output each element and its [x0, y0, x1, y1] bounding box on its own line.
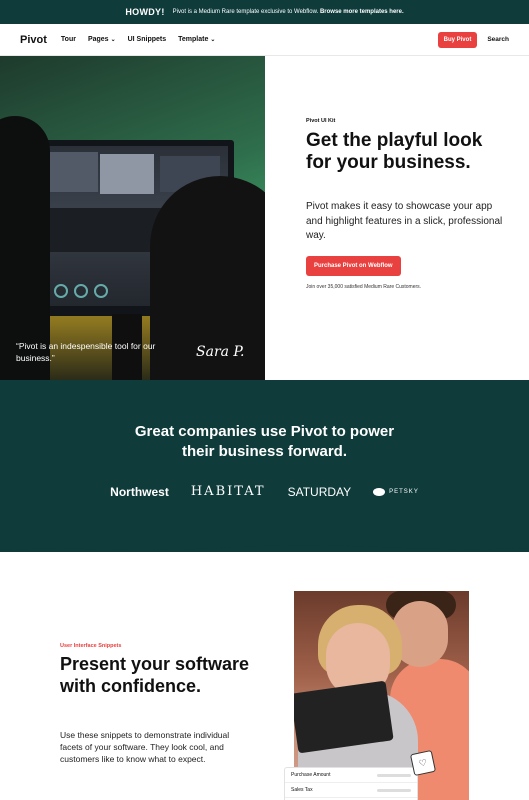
hero-small-text: Join over 35,000 satisfied Medium Rare C…: [306, 283, 422, 290]
summary-row: Sales Tax: [285, 783, 417, 798]
summary-row-label: Sales Tax: [291, 787, 313, 793]
hero-text: Pivot makes it easy to showcase your app…: [306, 201, 503, 242]
announcement-badge: HOWDY!: [125, 7, 165, 17]
announcement-link[interactable]: Browse more templates here.: [320, 9, 404, 15]
summary-row-value: [377, 773, 411, 777]
petsky-logo-icon: [373, 487, 386, 496]
summary-row-label: Purchase Amount: [291, 772, 331, 778]
chevron-down-icon: ⌄: [110, 37, 116, 43]
logo-saturday: SATURDAY: [287, 484, 352, 499]
companies-band: Great companies use Pivot to power their…: [0, 380, 529, 552]
snippets-text: Use these snippets to demonstrate indivi…: [60, 730, 230, 765]
buy-button[interactable]: Buy Pivot: [437, 31, 478, 48]
nav-link-tour[interactable]: Tour: [61, 36, 76, 43]
hero-photo: “Pivot is an indespensible tool for our …: [0, 56, 265, 380]
nav-link-template[interactable]: Template ⌄: [178, 36, 215, 43]
logo-petsky: PETSKY: [373, 487, 419, 496]
nav-link-label: UI Snippets: [127, 36, 167, 43]
photo-color-wheel: [94, 284, 108, 298]
search-link[interactable]: Search: [487, 36, 509, 43]
hero-signature: Sara P.: [196, 344, 245, 360]
announcement-bar: HOWDY! Pivot is a Medium Rare template e…: [0, 0, 529, 24]
snippets-title: Present your software with confidence.: [60, 654, 250, 696]
companies-title-line: their business forward.: [181, 442, 348, 460]
purchase-button[interactable]: Purchase Pivot on Webflow: [306, 255, 401, 276]
logo-northwest: Northwest: [110, 484, 169, 499]
logo-petsky-text: PETSKY: [389, 488, 419, 495]
snippets-eyebrow: User Interface Snippets: [60, 643, 122, 649]
site-logo[interactable]: Pivot: [20, 34, 47, 46]
photo-screen-panel: [100, 154, 154, 194]
band-torn-edge: [0, 544, 529, 550]
companies-title-line: Great companies use Pivot to power: [134, 423, 395, 440]
hero-quote: “Pivot is an indespensible tool for our …: [16, 341, 156, 364]
summary-row: Purchase Amount: [285, 768, 417, 783]
announcement-text: Pivot is a Medium Rare template exclusiv…: [172, 9, 319, 15]
photo-color-wheel: [74, 284, 88, 298]
photo-color-wheel: [54, 284, 68, 298]
nav-link-pages[interactable]: Pages ⌄: [88, 36, 116, 43]
logo-habitat: HABITAT: [190, 484, 266, 499]
purchase-summary-card: Purchase Amount Sales Tax: [284, 767, 418, 800]
announcement-message: Pivot is a Medium Rare template exclusiv…: [173, 9, 404, 15]
hero-eyebrow: Pivot UI Kit: [306, 118, 336, 124]
shopping-bag-heart-icon: ♡: [409, 749, 437, 777]
nav-link-label: Tour: [60, 36, 76, 43]
summary-row-value: [377, 788, 411, 792]
hero-title: Get the playful look for your business.: [306, 130, 483, 174]
hero-copy: Pivot UI Kit Get the playful look for yo…: [306, 118, 506, 290]
hero-section: “Pivot is an indespensible tool for our …: [0, 56, 529, 380]
chevron-down-icon: ⌄: [210, 37, 216, 43]
company-logos: Northwest HABITAT SATURDAY PETSKY: [0, 484, 529, 499]
nav-link-label: Pages: [87, 36, 109, 43]
companies-title: Great companies use Pivot to power their…: [0, 422, 529, 461]
nav-link-ui-snippets[interactable]: UI Snippets: [128, 36, 167, 43]
nav-link-label: Template: [178, 36, 209, 43]
top-navigation: Pivot Tour Pages ⌄ UI Snippets Template ⌄ …: [0, 24, 529, 56]
